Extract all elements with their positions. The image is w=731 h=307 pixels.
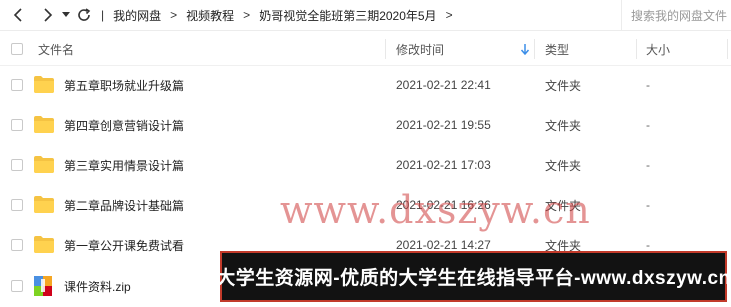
- column-header-size[interactable]: 大小: [646, 41, 670, 58]
- file-type: 文件夹: [545, 158, 582, 173]
- file-size: -: [646, 198, 650, 212]
- promo-banner: 大学生资源网-优质的大学生在线指导平台-www.dxszyw.cn: [216, 251, 730, 302]
- chevron-left-icon: [13, 8, 22, 22]
- row-checkbox[interactable]: [11, 119, 23, 131]
- file-name[interactable]: 第四章创意营销设计篇: [64, 117, 184, 134]
- caret-down-icon: [62, 12, 70, 17]
- file-size: -: [646, 118, 650, 132]
- select-all-checkbox[interactable]: [11, 43, 23, 55]
- folder-icon: [34, 76, 54, 93]
- folder-icon: [34, 156, 54, 173]
- breadcrumb-item[interactable]: 我的网盘: [113, 7, 161, 24]
- file-name[interactable]: 第一章公开课免费试看: [64, 237, 184, 254]
- file-size: -: [646, 78, 650, 92]
- search-input[interactable]: 搜索我的网盘文件: [621, 0, 731, 30]
- file-name[interactable]: 第五章职场就业升级篇: [64, 77, 184, 94]
- file-size: -: [646, 238, 650, 252]
- file-modified-time: 2021-02-21 17:03: [396, 158, 491, 172]
- row-checkbox[interactable]: [11, 239, 23, 251]
- zip-archive-icon: [34, 276, 52, 296]
- row-checkbox[interactable]: [11, 199, 23, 211]
- file-type: 文件夹: [545, 118, 582, 133]
- breadcrumb-separator: |: [101, 8, 105, 22]
- column-header-type[interactable]: 类型: [545, 41, 569, 58]
- column-header-modified[interactable]: 修改时间: [396, 41, 444, 58]
- back-button[interactable]: [7, 4, 29, 26]
- file-name[interactable]: 课件资料.zip: [64, 278, 131, 295]
- toolbar: | 我的网盘 > 视频教程 > 奶哥视觉全能班第三期2020年5月 > 搜索我的…: [0, 0, 731, 31]
- file-list-header: 文件名 修改时间 类型 大小: [0, 33, 731, 66]
- file-type: 文件夹: [545, 78, 582, 93]
- row-checkbox[interactable]: [11, 79, 23, 91]
- breadcrumb-item[interactable]: 视频教程: [186, 7, 234, 24]
- row-checkbox[interactable]: [11, 280, 23, 292]
- file-row[interactable]: 第三章实用情景设计篇 2021-02-21 17:03 文件夹 -: [0, 145, 731, 185]
- breadcrumb-separator: >: [445, 8, 453, 22]
- watermark-text: www.dxszyw.cn: [280, 188, 591, 232]
- column-divider[interactable]: [385, 39, 386, 59]
- search-placeholder: 搜索我的网盘文件: [631, 8, 728, 23]
- column-divider[interactable]: [727, 39, 728, 59]
- file-modified-time: 2021-02-21 14:27: [396, 238, 491, 252]
- column-header-name[interactable]: 文件名: [38, 41, 74, 58]
- forward-button[interactable]: [37, 4, 59, 26]
- refresh-button[interactable]: [73, 4, 95, 26]
- file-modified-time: 2021-02-21 22:41: [396, 78, 491, 92]
- folder-icon: [34, 236, 54, 253]
- breadcrumb-item[interactable]: 奶哥视觉全能班第三期2020年5月: [259, 7, 436, 24]
- sort-descending-icon[interactable]: [521, 44, 529, 55]
- breadcrumb-separator: >: [170, 8, 178, 22]
- file-modified-time: 2021-02-21 19:55: [396, 118, 491, 132]
- file-name[interactable]: 第二章品牌设计基础篇: [64, 197, 184, 214]
- chevron-right-icon: [44, 8, 53, 22]
- history-dropdown[interactable]: [59, 4, 73, 26]
- row-checkbox[interactable]: [11, 159, 23, 171]
- breadcrumb-separator: >: [243, 8, 251, 22]
- file-row[interactable]: 第五章职场就业升级篇 2021-02-21 22:41 文件夹 -: [0, 65, 731, 105]
- refresh-icon: [78, 8, 91, 21]
- file-size: -: [646, 158, 650, 172]
- folder-icon: [34, 116, 54, 133]
- file-row[interactable]: 第四章创意营销设计篇 2021-02-21 19:55 文件夹 -: [0, 105, 731, 145]
- file-name[interactable]: 第三章实用情景设计篇: [64, 157, 184, 174]
- column-divider[interactable]: [636, 39, 637, 59]
- column-divider[interactable]: [534, 39, 535, 59]
- folder-icon: [34, 196, 54, 213]
